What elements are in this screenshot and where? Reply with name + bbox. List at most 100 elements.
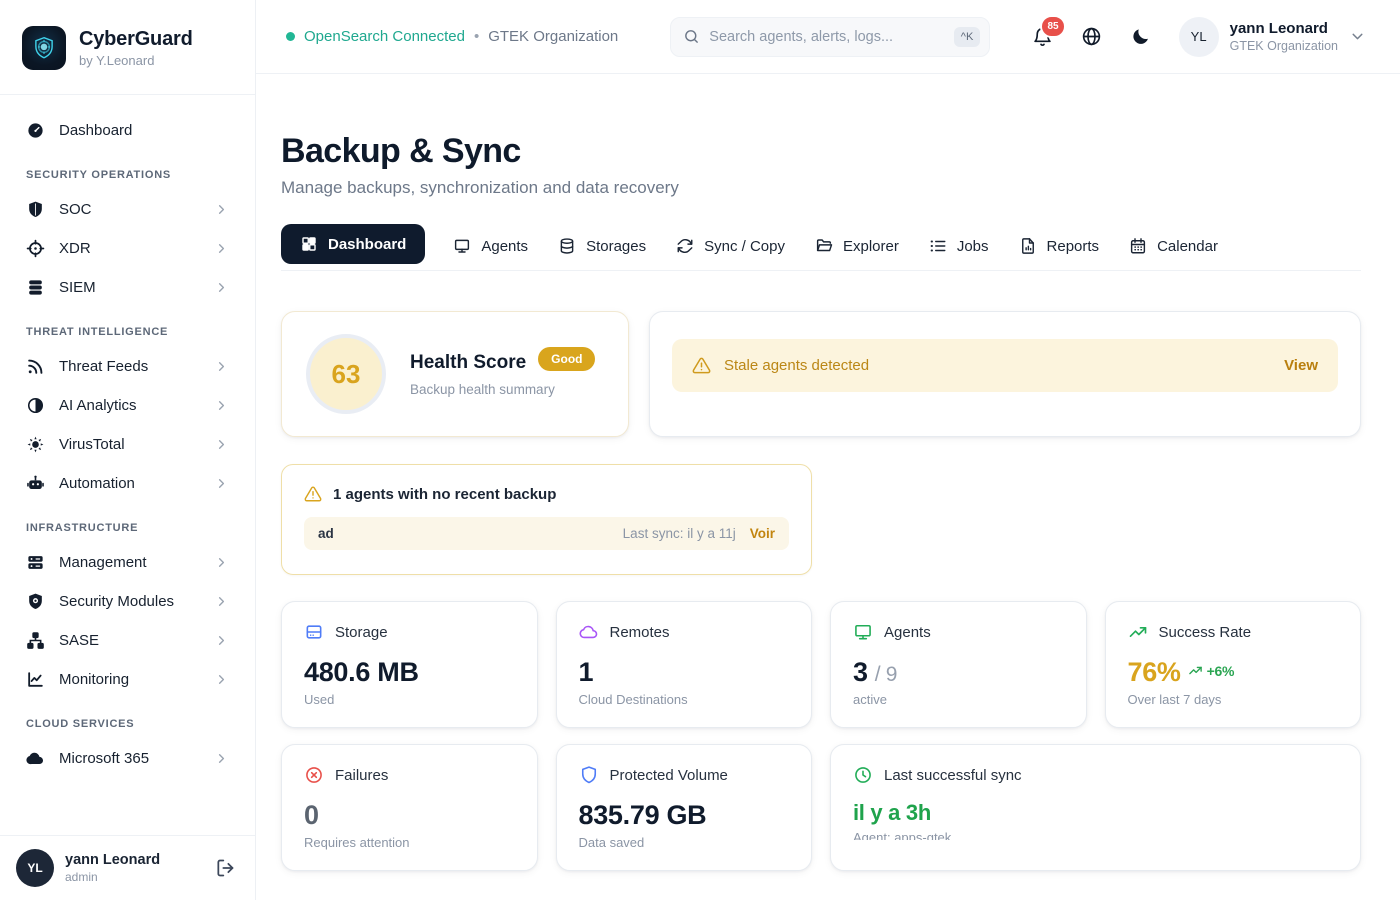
health-score-title: Health Score: [410, 352, 526, 374]
sidebar-item-label: Monitoring: [59, 671, 129, 688]
health-score-subtitle: Backup health summary: [410, 382, 595, 397]
connection-label: OpenSearch Connected: [304, 28, 465, 45]
clock-icon: [853, 765, 873, 785]
user-menu[interactable]: YL yann Leonard GTEK Organization: [1179, 17, 1366, 57]
tab-explorer[interactable]: Explorer: [813, 227, 901, 265]
stat-value: 835.79 GB: [579, 800, 790, 831]
tab-agents[interactable]: Agents: [451, 227, 530, 265]
stats-row-1: Storage 480.6 MB Used Remotes 1 Cloud De…: [281, 601, 1361, 728]
chevron-right-icon: [214, 594, 229, 609]
health-score-card: 63 Health Score Good Backup health summa…: [281, 311, 629, 437]
tab-storages[interactable]: Storages: [556, 227, 648, 265]
top-header: OpenSearch Connected • GTEK Organization…: [256, 0, 1400, 74]
tab-bar: Dashboard Agents Storages: [281, 224, 1361, 271]
sidebar-item-microsoft-365[interactable]: Microsoft 365: [16, 739, 239, 778]
sidebar-item-virustotal[interactable]: VirusTotal: [16, 425, 239, 464]
sidebar-item-automation[interactable]: Automation: [16, 464, 239, 503]
line-chart-icon: [26, 670, 45, 689]
tab-label: Calendar: [1157, 238, 1218, 255]
sidebar-item-label: Dashboard: [59, 122, 132, 139]
no-backup-agent-row: ad Last sync: il y a 11j Voir: [304, 517, 789, 550]
x-circle-icon: [304, 765, 324, 785]
remotes-stat-card: Remotes 1 Cloud Destinations: [556, 601, 813, 728]
monitor-icon: [853, 622, 873, 642]
connection-status: OpenSearch Connected • GTEK Organization: [286, 28, 618, 45]
tab-calendar[interactable]: Calendar: [1127, 227, 1220, 265]
sidebar-item-soc[interactable]: SOC: [16, 190, 239, 229]
stat-label: Protected Volume: [610, 767, 728, 784]
agent-name: ad: [318, 526, 334, 541]
cloud-icon: [579, 622, 599, 642]
tab-reports[interactable]: Reports: [1017, 227, 1102, 265]
stale-agents-alert: Stale agents detected View: [672, 339, 1338, 392]
search-bar[interactable]: ^K: [670, 17, 990, 57]
trending-up-icon: [1128, 622, 1148, 642]
sidebar-item-management[interactable]: Management: [16, 543, 239, 582]
avatar: YL: [16, 849, 54, 887]
sidebar-item-label: AI Analytics: [59, 397, 137, 414]
globe-icon[interactable]: [1081, 26, 1102, 47]
user-menu-info: yann Leonard GTEK Organization: [1230, 20, 1338, 53]
page-subtitle: Manage backups, synchronization and data…: [281, 178, 1361, 198]
chevron-right-icon: [214, 359, 229, 374]
sidebar-item-label: Automation: [59, 475, 135, 492]
shield-gear-icon: [26, 592, 45, 611]
warning-triangle-icon: [304, 485, 322, 503]
gear-icon: [26, 435, 45, 454]
tab-dashboard[interactable]: Dashboard: [281, 224, 425, 264]
stat-value: 0: [304, 800, 515, 831]
brand-name: CyberGuard: [79, 28, 193, 51]
sidebar-item-security-modules[interactable]: Security Modules: [16, 582, 239, 621]
file-chart-icon: [1019, 237, 1037, 255]
sidebar-section-infrastructure: INFRASTRUCTURE: [16, 503, 239, 543]
rss-icon: [26, 357, 45, 376]
stat-sub: active: [853, 692, 1064, 707]
stat-total: / 9: [875, 663, 897, 687]
separator-dot: •: [474, 28, 479, 45]
agent-last-sync: Last sync: il y a 11j: [623, 526, 736, 541]
summary-row: 63 Health Score Good Backup health summa…: [281, 311, 1361, 437]
logout-icon[interactable]: [215, 858, 235, 878]
sidebar-user-panel[interactable]: YL yann Leonard admin: [0, 835, 255, 900]
health-score-value: 63: [306, 334, 386, 414]
stat-label: Storage: [335, 624, 388, 641]
tab-label: Agents: [481, 238, 528, 255]
stat-value: 1: [579, 657, 790, 688]
sidebar-item-label: Microsoft 365: [59, 750, 149, 767]
gauge-icon: [26, 121, 45, 140]
search-input[interactable]: [709, 29, 945, 45]
sidebar-item-xdr[interactable]: XDR: [16, 229, 239, 268]
sidebar-user-name: yann Leonard: [65, 852, 160, 868]
sidebar-item-sase[interactable]: SASE: [16, 621, 239, 660]
agent-view-link[interactable]: Voir: [750, 526, 775, 541]
stat-label: Success Rate: [1159, 624, 1252, 641]
last-sync-card: Last successful sync il y a 3h Agent: ap…: [830, 744, 1361, 871]
stat-value: 76%: [1128, 657, 1181, 688]
tab-jobs[interactable]: Jobs: [927, 227, 991, 265]
sidebar-item-siem[interactable]: SIEM: [16, 268, 239, 307]
sidebar-item-threat-feeds[interactable]: Threat Feeds: [16, 347, 239, 386]
ai-split-circle-icon: [26, 396, 45, 415]
sidebar-item-label: SOC: [59, 201, 92, 218]
brand-byline: by Y.Leonard: [79, 53, 193, 68]
alerts-card: Stale agents detected View: [649, 311, 1361, 437]
sidebar-item-label: VirusTotal: [59, 436, 125, 453]
notifications-button[interactable]: 85: [1032, 26, 1053, 47]
protected-volume-stat-card: Protected Volume 835.79 GB Data saved: [556, 744, 813, 871]
page-title: Backup & Sync: [281, 132, 1361, 171]
main-area: OpenSearch Connected • GTEK Organization…: [256, 0, 1400, 900]
header-actions: 85 YL yann Leonard GTEK Organization: [1032, 17, 1366, 57]
stat-label: Agents: [884, 624, 931, 641]
dark-mode-moon-icon[interactable]: [1130, 26, 1151, 47]
tab-sync-copy[interactable]: Sync / Copy: [674, 227, 787, 265]
agents-stat-card: Agents 3 / 9 active: [830, 601, 1087, 728]
stale-alert-view-link[interactable]: View: [1284, 357, 1318, 374]
chevron-right-icon: [214, 437, 229, 452]
sidebar-item-monitoring[interactable]: Monitoring: [16, 660, 239, 699]
sidebar-nav: Dashboard SECURITY OPERATIONS SOC XDR: [0, 95, 255, 835]
sidebar-item-label: SIEM: [59, 279, 96, 296]
sidebar-item-ai-analytics[interactable]: AI Analytics: [16, 386, 239, 425]
health-status-badge: Good: [538, 347, 595, 371]
sidebar-item-dashboard[interactable]: Dashboard: [16, 111, 239, 150]
server-icon: [26, 553, 45, 572]
